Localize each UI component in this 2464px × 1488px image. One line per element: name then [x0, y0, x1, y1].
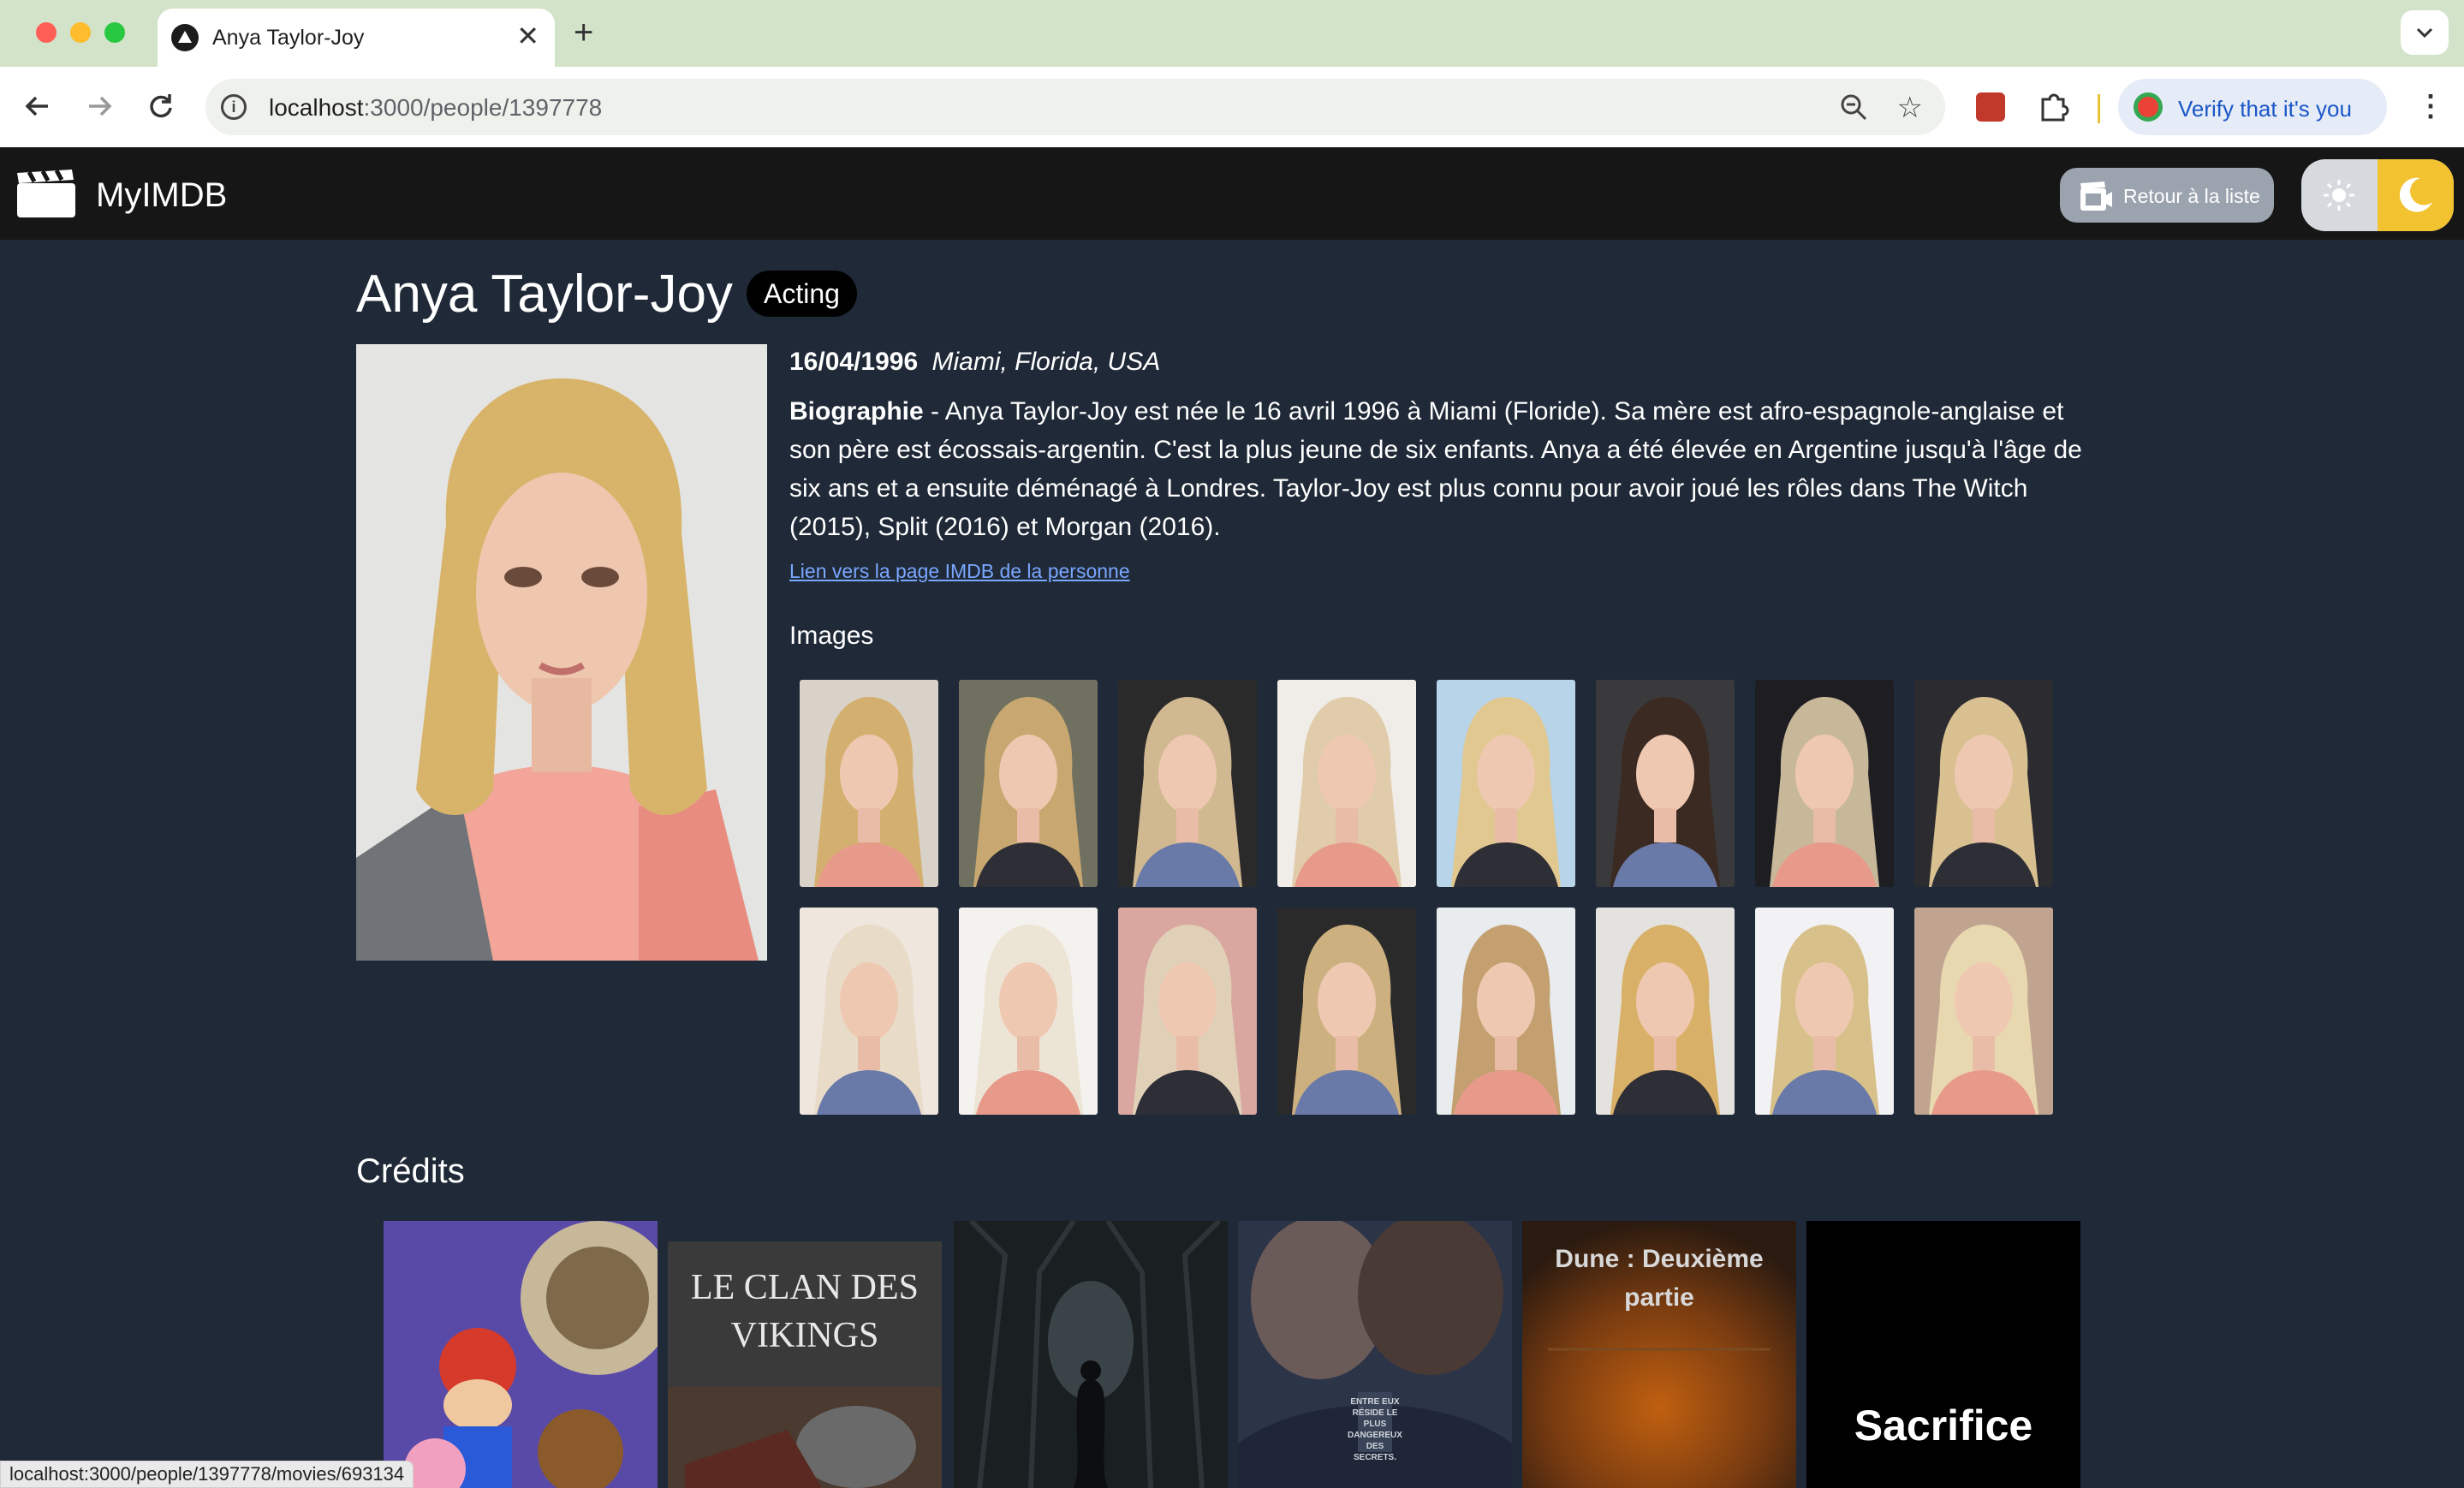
movie-poster[interactable]: Dune : Deuxième partie — [1522, 1221, 1796, 1488]
film-camera-icon — [2080, 182, 2112, 211]
movie-poster[interactable]: LE CLAN DES VIKINGS — [668, 1241, 942, 1488]
theme-toggle — [2301, 159, 2454, 231]
moon-icon — [2399, 177, 2432, 212]
extension-icon[interactable] — [1976, 92, 2005, 122]
browser-tab[interactable]: Anya Taylor-Joy ✕ — [158, 9, 555, 67]
image-thumbnail[interactable] — [1914, 680, 2053, 887]
chevron-down-icon — [2416, 27, 2433, 39]
images-section-title: Images — [789, 622, 874, 650]
back-to-list-button[interactable]: Retour à la liste — [2060, 168, 2274, 223]
movie-poster[interactable] — [384, 1221, 658, 1488]
browser-tab-bar: Anya Taylor-Joy ✕ + — [0, 0, 2464, 67]
maximize-window-button[interactable] — [104, 22, 125, 43]
reload-icon[interactable] — [140, 86, 182, 127]
image-thumbnail[interactable] — [1277, 908, 1416, 1115]
credits-section-title: Crédits — [356, 1152, 465, 1190]
birth-info: 16/04/1996 Miami, Florida, USA — [789, 348, 1160, 377]
light-mode-button[interactable] — [2301, 159, 2378, 231]
biography: Biographie - Anya Taylor-Joy est née le … — [789, 392, 2099, 546]
app-header: MyIMDB Retour à la liste — [0, 147, 2464, 240]
bookmark-star-icon[interactable]: ☆ — [1897, 91, 1923, 125]
new-tab-button[interactable]: + — [574, 14, 593, 51]
birth-place: Miami, Florida, USA — [931, 348, 1161, 376]
biography-text: - Anya Taylor-Joy est née le 16 avril 19… — [789, 397, 2082, 541]
image-thumbnail[interactable] — [1755, 680, 1894, 887]
sun-icon — [2324, 180, 2354, 211]
image-thumbnail[interactable] — [1118, 908, 1257, 1115]
browser-toolbar: i localhost:3000/people/1397778 ☆ — [0, 67, 2464, 147]
brand-name[interactable]: MyIMDB — [96, 176, 227, 215]
image-thumbnail[interactable] — [1437, 680, 1575, 887]
image-thumbnail[interactable] — [959, 908, 1098, 1115]
image-thumbnail[interactable] — [1596, 680, 1735, 887]
site-info-icon[interactable]: i — [221, 94, 247, 120]
image-thumbnail[interactable] — [800, 680, 938, 887]
person-portrait — [356, 344, 767, 961]
image-thumbnail[interactable] — [959, 680, 1098, 887]
url-text: localhost:3000/people/1397778 — [269, 94, 603, 121]
verify-identity-button[interactable]: Verify that it's you — [2118, 79, 2387, 135]
birth-date: 16/04/1996 — [789, 348, 919, 376]
image-thumbnail[interactable] — [800, 908, 938, 1115]
favicon-icon — [171, 24, 199, 51]
poster-title: LE CLAN DES VIKINGS — [691, 1268, 919, 1355]
image-thumbnail[interactable] — [1277, 680, 1416, 887]
profile-avatar-icon — [2134, 92, 2163, 122]
image-thumbnail[interactable] — [1914, 908, 2053, 1115]
toolbar-divider — [2098, 94, 2100, 123]
image-thumbnail[interactable] — [1596, 908, 1735, 1115]
tab-title: Anya Taylor-Joy — [212, 26, 365, 50]
tab-search-button[interactable] — [2401, 10, 2449, 55]
movie-poster[interactable] — [954, 1221, 1228, 1488]
biography-label: Biographie — [789, 397, 924, 426]
person-name: Anya Taylor-Joy — [356, 265, 733, 324]
poster-title: Dune : Deuxième partie — [1555, 1245, 1764, 1312]
dark-mode-button[interactable] — [2378, 159, 2454, 231]
image-thumbnail[interactable] — [1755, 908, 1894, 1115]
verify-label: Verify that it's you — [2178, 96, 2352, 122]
close-tab-icon[interactable]: ✕ — [516, 21, 539, 51]
minimize-window-button[interactable] — [70, 22, 91, 43]
movie-poster[interactable]: Sacrifice — [1806, 1221, 2080, 1488]
browser-menu-icon[interactable]: ⋮ — [2416, 89, 2445, 123]
back-to-list-label: Retour à la liste — [2123, 185, 2260, 207]
image-thumbnail[interactable] — [1437, 908, 1575, 1115]
extensions-puzzle-icon[interactable] — [2036, 89, 2072, 129]
address-bar[interactable]: i localhost:3000/people/1397778 ☆ — [205, 79, 1945, 135]
back-arrow-icon[interactable] — [17, 86, 58, 127]
poster-tagline: ENTRE EUX RÉSIDE LE PLUS DANGEREUX DES S… — [1348, 1397, 1402, 1462]
department-badge: Acting — [747, 271, 857, 317]
poster-title: Sacrifice — [1854, 1402, 2033, 1449]
clapperboard-logo-icon[interactable] — [17, 169, 75, 222]
status-bar-url: localhost:3000/people/1397778/movies/693… — [0, 1461, 414, 1488]
forward-arrow-icon[interactable] — [79, 86, 120, 127]
image-thumbnail[interactable] — [1118, 680, 1257, 887]
movie-poster[interactable]: ENTRE EUX RÉSIDE LE PLUS DANGEREUX DES S… — [1238, 1221, 1512, 1488]
close-window-button[interactable] — [36, 22, 57, 43]
zoom-icon[interactable] — [1839, 92, 1868, 126]
imdb-link[interactable]: Lien vers la page IMDB de la personne — [789, 560, 1130, 583]
